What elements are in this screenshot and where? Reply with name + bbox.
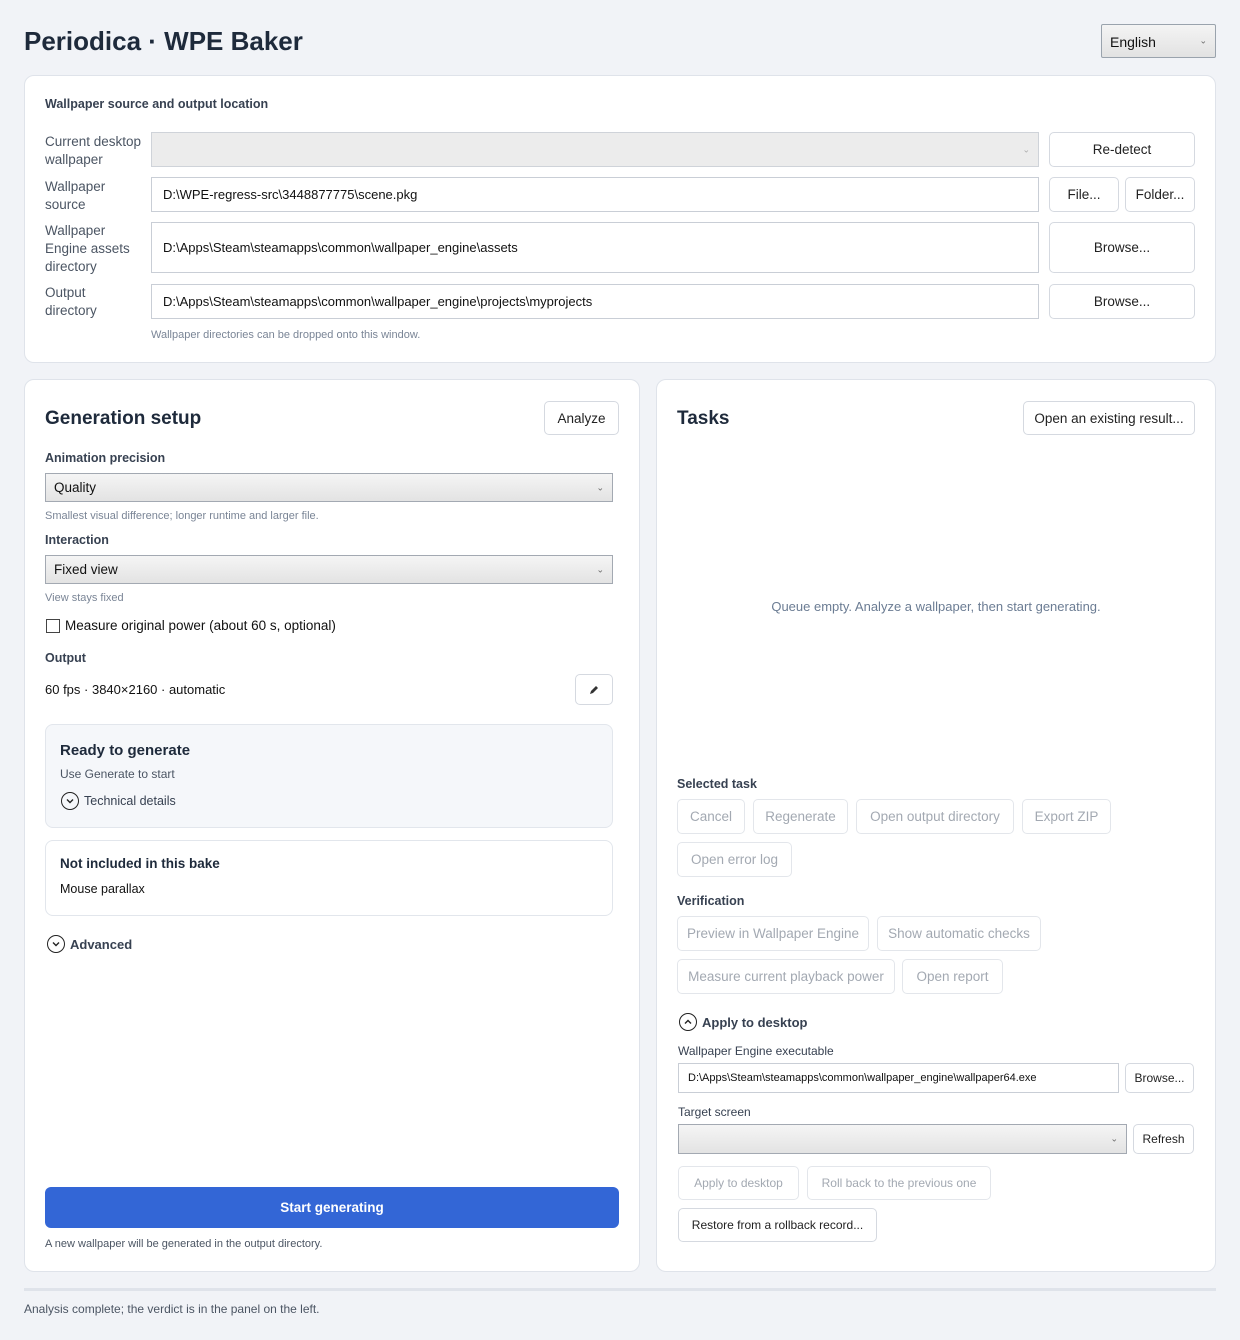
language-select[interactable]: English ⌄ — [1101, 24, 1216, 58]
assets-directory-input[interactable]: D:\Apps\Steam\steamapps\common\wallpaper… — [151, 222, 1039, 273]
redetect-button[interactable]: Re-detect — [1049, 132, 1195, 167]
advanced-label: Advanced — [70, 936, 133, 952]
pencil-icon — [590, 685, 598, 694]
folder-button[interactable]: Folder... — [1125, 177, 1195, 212]
target-screen-select[interactable]: ⌄ — [678, 1124, 1127, 1154]
excluded-item: Mouse parallax — [60, 882, 145, 896]
drop-hint: Wallpaper directories can be dropped ont… — [151, 329, 421, 341]
app-title: Periodica · WPE Baker — [24, 26, 303, 56]
animation-precision-select[interactable]: Quality ⌄ — [45, 473, 613, 502]
ready-subtitle: Use Generate to start — [60, 767, 175, 781]
file-button[interactable]: File... — [1049, 177, 1119, 212]
open-output-directory-button[interactable]: Open output directory — [856, 799, 1014, 834]
excluded-panel — [45, 840, 613, 916]
excluded-title: Not included in this bake — [60, 856, 220, 871]
export-zip-button[interactable]: Export ZIP — [1022, 799, 1111, 834]
output-label: Output — [45, 651, 86, 665]
preview-button[interactable]: Preview in Wallpaper Engine — [677, 916, 869, 951]
animation-precision-hint: Smallest visual difference; longer runti… — [45, 510, 319, 522]
language-value: English — [1110, 34, 1156, 50]
ready-title: Ready to generate — [60, 742, 191, 759]
output-summary: 60 fps · 3840×2160 · automatic — [45, 682, 226, 697]
advanced-toggle[interactable]: Advanced — [47, 935, 132, 953]
output-browse-button[interactable]: Browse... — [1049, 284, 1195, 319]
status-divider — [24, 1288, 1216, 1291]
target-screen-label: Target screen — [678, 1105, 751, 1119]
animation-precision-label: Animation precision — [45, 451, 166, 465]
chevron-down-icon: ⌄ — [1022, 144, 1030, 154]
source-card — [24, 75, 1216, 363]
measure-power-label: Measure original power (about 60 s, opti… — [65, 618, 336, 633]
output-directory-value: D:\Apps\Steam\steamapps\common\wallpaper… — [163, 294, 593, 309]
technical-details-toggle[interactable]: Technical details — [61, 792, 176, 810]
assets-directory-value: D:\Apps\Steam\steamapps\common\wallpaper… — [163, 240, 518, 255]
assets-directory-label: Wallpaper Engine assets directory — [45, 223, 130, 274]
interaction-select[interactable]: Fixed view ⌄ — [45, 555, 613, 584]
apply-section-toggle[interactable]: Apply to desktop — [679, 1013, 807, 1031]
show-checks-button[interactable]: Show automatic checks — [877, 916, 1041, 951]
generation-setup-title: Generation setup — [45, 408, 202, 429]
open-existing-result-button[interactable]: Open an existing result... — [1023, 401, 1195, 435]
start-generating-button[interactable]: Start generating — [45, 1187, 619, 1228]
interaction-label: Interaction — [45, 533, 109, 547]
restore-rollback-button[interactable]: Restore from a rollback record... — [678, 1208, 877, 1242]
edit-output-button[interactable] — [575, 674, 613, 705]
animation-precision-value: Quality — [54, 480, 97, 495]
wallpaper-source-label: Wallpaper source — [45, 179, 106, 212]
selected-task-label: Selected task — [677, 777, 757, 791]
wallpaper-source-input[interactable]: D:\WPE-regress-src\3448877775\scene.pkg — [151, 177, 1039, 212]
exe-input[interactable]: D:\Apps\Steam\steamapps\common\wallpaper… — [678, 1063, 1119, 1093]
exe-label: Wallpaper Engine executable — [678, 1044, 834, 1058]
exe-browse-button[interactable]: Browse... — [1125, 1063, 1194, 1093]
interaction-hint: View stays fixed — [45, 592, 124, 604]
roll-back-button[interactable]: Roll back to the previous one — [807, 1166, 991, 1200]
regenerate-button[interactable]: Regenerate — [753, 799, 848, 834]
wallpaper-source-value: D:\WPE-regress-src\3448877775\scene.pkg — [163, 187, 418, 202]
chevron-down-icon: ⌄ — [596, 482, 604, 492]
current-wallpaper-label: Current desktop wallpaper — [45, 134, 142, 167]
assets-browse-button[interactable]: Browse... — [1049, 222, 1195, 273]
interaction-value: Fixed view — [54, 562, 118, 577]
measure-power-button[interactable]: Measure current playback power — [677, 959, 895, 994]
measure-power-checkbox[interactable] — [46, 619, 60, 633]
open-report-button[interactable]: Open report — [902, 959, 1003, 994]
exe-value: D:\Apps\Steam\steamapps\common\wallpaper… — [688, 1072, 1037, 1084]
refresh-button[interactable]: Refresh — [1133, 1124, 1194, 1154]
chevron-down-circle-icon — [47, 935, 65, 953]
status-text: Analysis complete; the verdict is in the… — [24, 1302, 320, 1316]
queue-empty-text: Queue empty. Analyze a wallpaper, then s… — [771, 599, 1101, 614]
chevron-up-circle-icon — [679, 1013, 697, 1031]
chevron-down-icon: ⌄ — [1199, 35, 1207, 46]
tasks-title: Tasks — [677, 408, 730, 429]
chevron-down-icon: ⌄ — [1110, 1133, 1118, 1144]
source-heading: Wallpaper source and output location — [45, 97, 269, 111]
technical-details-label: Technical details — [84, 794, 176, 808]
chevron-down-icon: ⌄ — [596, 564, 604, 574]
cancel-button[interactable]: Cancel — [677, 799, 745, 834]
output-directory-input[interactable]: D:\Apps\Steam\steamapps\common\wallpaper… — [151, 284, 1039, 319]
current-wallpaper-select[interactable]: ⌄ — [151, 132, 1039, 167]
verification-label: Verification — [677, 894, 745, 908]
start-hint: A new wallpaper will be generated in the… — [45, 1238, 323, 1250]
apply-section-label: Apply to desktop — [702, 1014, 808, 1030]
analyze-button[interactable]: Analyze — [544, 401, 619, 435]
open-error-log-button[interactable]: Open error log — [677, 842, 792, 877]
apply-to-desktop-button[interactable]: Apply to desktop — [678, 1166, 799, 1200]
chevron-down-circle-icon — [61, 792, 79, 810]
output-directory-label: Output directory — [45, 285, 97, 318]
